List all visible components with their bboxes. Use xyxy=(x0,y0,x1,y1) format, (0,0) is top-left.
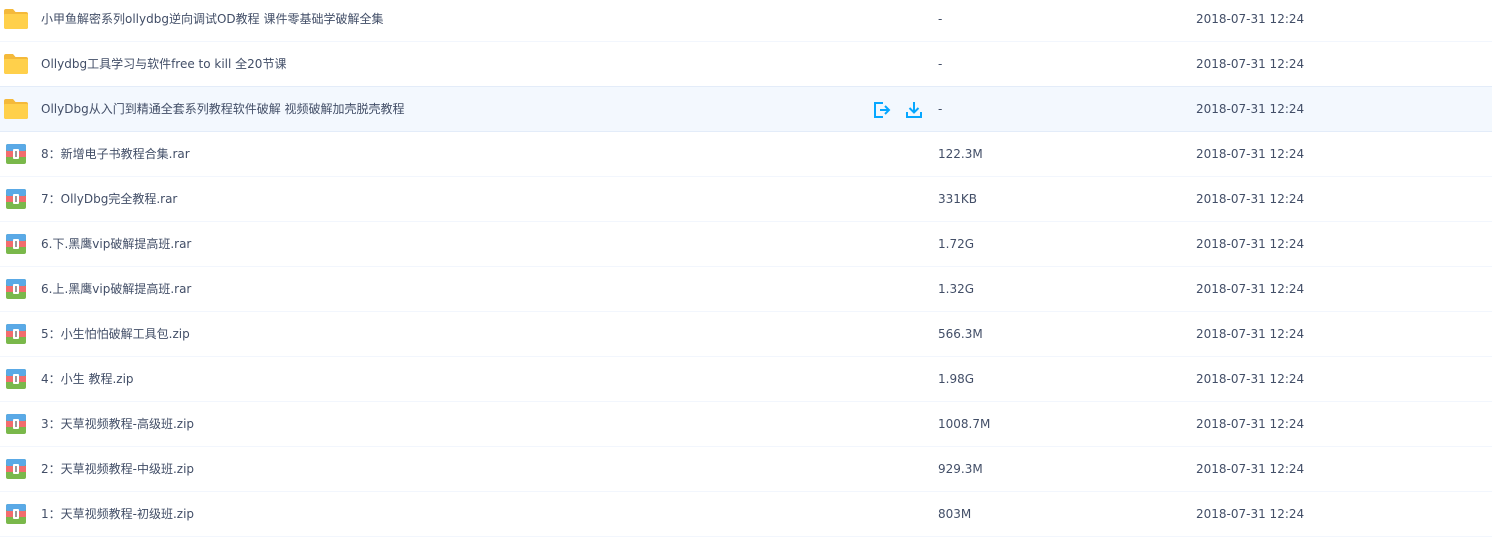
file-name-link[interactable]: 7：OllyDbg完全教程.rar xyxy=(41,177,177,221)
file-name-link[interactable]: 小甲鱼解密系列ollydbg逆向调试OD教程 课件零基础学破解全集 xyxy=(41,0,383,41)
file-size: 1.72G xyxy=(938,237,975,251)
file-row[interactable]: 4：小生 教程.zip 1.98G 2018-07-31 12:24 xyxy=(0,357,1492,402)
file-size: 1.98G xyxy=(938,372,975,386)
archive-icon xyxy=(3,458,29,480)
file-name-link[interactable]: 6.下.黑鹰vip破解提高班.rar xyxy=(41,222,191,266)
archive-icon xyxy=(3,233,29,255)
file-name-link[interactable]: 2：天草视频教程-中级班.zip xyxy=(41,447,194,491)
file-name-link[interactable]: 5：小生怕怕破解工具包.zip xyxy=(41,312,190,356)
file-row[interactable]: 5：小生怕怕破解工具包.zip 566.3M 2018-07-31 12:24 xyxy=(0,312,1492,357)
file-modified-time: 2018-07-31 12:24 xyxy=(1196,102,1305,116)
file-name-link[interactable]: 4：小生 教程.zip xyxy=(41,357,134,401)
file-row[interactable]: 8：新增电子书教程合集.rar 122.3M 2018-07-31 12:24 xyxy=(0,132,1492,177)
file-row[interactable]: 7：OllyDbg完全教程.rar 331KB 2018-07-31 12:24 xyxy=(0,177,1492,222)
file-modified-time: 2018-07-31 12:24 xyxy=(1196,57,1305,71)
archive-icon xyxy=(3,143,29,165)
file-size: 929.3M xyxy=(938,462,983,476)
file-size: 803M xyxy=(938,507,972,521)
archive-icon xyxy=(3,368,29,390)
archive-icon xyxy=(3,188,29,210)
file-row[interactable]: Ollydbg工具学习与软件free to kill 全20节课 - 2018-… xyxy=(0,42,1492,87)
file-modified-time: 2018-07-31 12:24 xyxy=(1196,327,1305,341)
file-row[interactable]: 1：天草视频教程-初级班.zip 803M 2018-07-31 12:24 xyxy=(0,492,1492,537)
file-name-link[interactable]: Ollydbg工具学习与软件free to kill 全20节课 xyxy=(41,42,286,86)
file-row[interactable]: 2：天草视频教程-中级班.zip 929.3M 2018-07-31 12:24 xyxy=(0,447,1492,492)
file-modified-time: 2018-07-31 12:24 xyxy=(1196,192,1305,206)
file-name-link[interactable]: 8：新增电子书教程合集.rar xyxy=(41,132,190,176)
share-icon[interactable] xyxy=(872,100,892,120)
file-name-link[interactable]: OllyDbg从入门到精通全套系列教程软件破解 视频破解加壳脱壳教程 xyxy=(41,87,405,131)
file-name-link[interactable]: 1：天草视频教程-初级班.zip xyxy=(41,492,194,536)
file-size: - xyxy=(938,12,943,26)
folder-icon xyxy=(3,53,29,75)
archive-icon xyxy=(3,413,29,435)
file-size: 1008.7M xyxy=(938,417,991,431)
file-row-hovered[interactable]: OllyDbg从入门到精通全套系列教程软件破解 视频破解加壳脱壳教程 - 201… xyxy=(0,86,1492,132)
folder-icon xyxy=(3,98,29,120)
file-modified-time: 2018-07-31 12:24 xyxy=(1196,282,1305,296)
file-row[interactable]: 6.上.黑鹰vip破解提高班.rar 1.32G 2018-07-31 12:2… xyxy=(0,267,1492,312)
file-modified-time: 2018-07-31 12:24 xyxy=(1196,462,1305,476)
file-modified-time: 2018-07-31 12:24 xyxy=(1196,147,1305,161)
archive-icon xyxy=(3,278,29,300)
file-size: 566.3M xyxy=(938,327,983,341)
archive-icon xyxy=(3,503,29,525)
file-modified-time: 2018-07-31 12:24 xyxy=(1196,12,1305,26)
file-modified-time: 2018-07-31 12:24 xyxy=(1196,237,1305,251)
file-modified-time: 2018-07-31 12:24 xyxy=(1196,507,1305,521)
file-row[interactable]: 6.下.黑鹰vip破解提高班.rar 1.72G 2018-07-31 12:2… xyxy=(0,222,1492,267)
file-name-link[interactable]: 3：天草视频教程-高级班.zip xyxy=(41,402,194,446)
folder-icon xyxy=(3,8,29,30)
archive-icon xyxy=(3,323,29,345)
file-row[interactable]: 小甲鱼解密系列ollydbg逆向调试OD教程 课件零基础学破解全集 - 2018… xyxy=(0,0,1492,42)
file-size: - xyxy=(938,57,943,71)
file-size: 1.32G xyxy=(938,282,975,296)
file-modified-time: 2018-07-31 12:24 xyxy=(1196,417,1305,431)
file-list: 小甲鱼解密系列ollydbg逆向调试OD教程 课件零基础学破解全集 - 2018… xyxy=(0,0,1492,537)
download-icon[interactable] xyxy=(904,100,924,120)
file-size: - xyxy=(938,102,943,116)
file-size: 122.3M xyxy=(938,147,983,161)
file-size: 331KB xyxy=(938,192,978,206)
file-name-link[interactable]: 6.上.黑鹰vip破解提高班.rar xyxy=(41,267,191,311)
file-row[interactable]: 3：天草视频教程-高级班.zip 1008.7M 2018-07-31 12:2… xyxy=(0,402,1492,447)
file-modified-time: 2018-07-31 12:24 xyxy=(1196,372,1305,386)
